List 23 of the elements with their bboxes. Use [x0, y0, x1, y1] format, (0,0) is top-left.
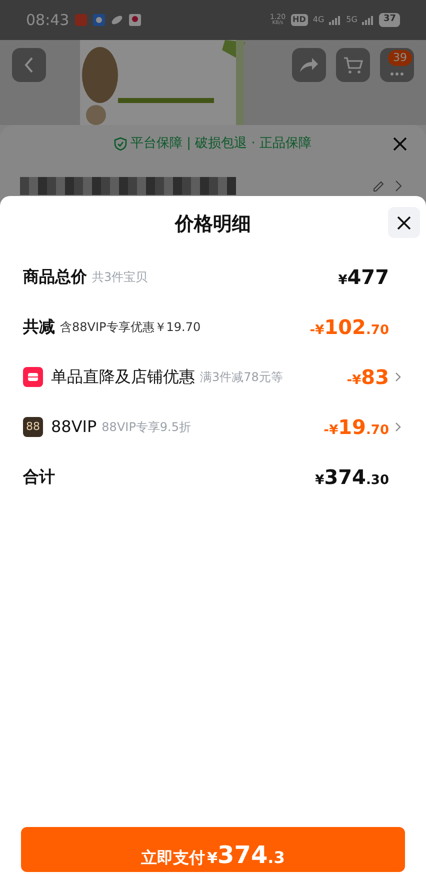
battery-level: 37: [379, 13, 400, 27]
row-label: 共减: [23, 316, 55, 338]
row-label: 合计: [23, 466, 55, 488]
row-note: 88VIP专享9.5折: [102, 419, 192, 436]
row-label: 商品总价: [23, 266, 87, 288]
pay-button[interactable]: 立即支付¥374.3: [21, 827, 405, 872]
guarantee-text: 平台保障 | 破损包退 · 正品保障: [130, 135, 312, 154]
network-label: 5G: [346, 14, 358, 26]
hd-badge: HD: [290, 14, 308, 26]
row-price: -¥19.70: [324, 414, 389, 441]
status-time: 08:43: [26, 10, 70, 31]
row-note: 共3件宝贝: [92, 269, 148, 286]
row-price: ¥477: [338, 264, 389, 291]
row-label: 单品直降及店铺优惠: [51, 366, 195, 388]
row-label: 88VIP: [51, 416, 97, 438]
row-note: 含88VIP专享优惠￥19.70: [60, 319, 201, 336]
row-note: 满3件减78元等: [200, 369, 283, 386]
row-price: -¥83: [346, 364, 389, 391]
network-label: 4G: [312, 14, 324, 26]
row-price: -¥102.70: [310, 314, 389, 341]
sheet-title: 价格明细: [175, 212, 251, 237]
row-price: ¥374.30: [315, 464, 389, 491]
vip-badge: 88: [23, 417, 43, 437]
